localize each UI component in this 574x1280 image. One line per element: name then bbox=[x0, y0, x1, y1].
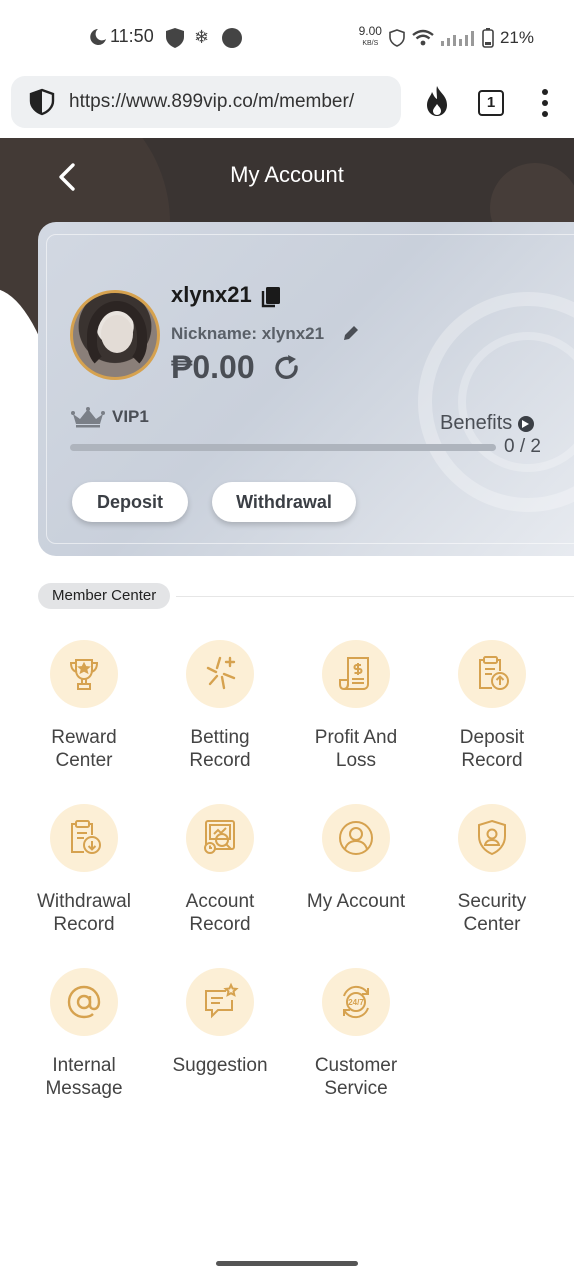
shield-icon bbox=[166, 28, 184, 48]
menu-label: Account bbox=[185, 891, 255, 912]
user-icon bbox=[322, 804, 390, 872]
url-text[interactable]: https://www.899vip.co/m/member/ bbox=[69, 91, 389, 113]
clipboard-up-icon bbox=[458, 640, 526, 708]
menu-label: Service bbox=[324, 1078, 388, 1099]
menu-label: Center bbox=[55, 750, 113, 771]
circle-icon bbox=[222, 28, 242, 48]
vpn-shield-icon bbox=[389, 28, 405, 47]
vip-progress-text: 0 / 2 bbox=[504, 436, 541, 457]
menu-label: My Account bbox=[306, 891, 406, 912]
account-record-icon bbox=[186, 804, 254, 872]
menu-label: Loss bbox=[335, 750, 377, 771]
menu-suggestion[interactable]: Suggestion bbox=[152, 968, 288, 1077]
sparkle-icon bbox=[186, 640, 254, 708]
at-icon bbox=[50, 968, 118, 1036]
browser-toolbar: https://www.899vip.co/m/member/ 1 bbox=[0, 72, 574, 138]
crown-icon bbox=[71, 407, 105, 428]
menu-reward-center[interactable]: Reward Center bbox=[16, 640, 152, 772]
chat-star-icon bbox=[186, 968, 254, 1036]
clipboard-down-icon bbox=[50, 804, 118, 872]
menu-withdrawal-record[interactable]: Withdrawal Record bbox=[16, 804, 152, 936]
balance: ₱0.00 bbox=[171, 349, 255, 385]
menu-label: Record bbox=[461, 750, 523, 771]
benefits-link[interactable]: Benefits bbox=[440, 412, 535, 435]
menu-security-center[interactable]: Security Center bbox=[424, 804, 560, 936]
section-divider bbox=[176, 596, 574, 597]
benefits-label: Benefits bbox=[440, 412, 513, 434]
svg-text:24/7: 24/7 bbox=[348, 998, 364, 1007]
menu-label: Profit And bbox=[314, 727, 398, 748]
menu-label: Betting bbox=[190, 727, 250, 748]
battery-percent: 21% bbox=[499, 27, 534, 47]
shield-user-icon bbox=[458, 804, 526, 872]
menu-label: Withdrawal bbox=[37, 891, 131, 912]
wifi-icon bbox=[412, 29, 434, 45]
battery-icon bbox=[482, 27, 494, 48]
status-time: 11:50 bbox=[110, 26, 154, 46]
net-speed: 9.00 KB/S bbox=[358, 24, 382, 47]
avatar[interactable] bbox=[70, 290, 160, 380]
menu-betting-record[interactable]: Betting Record bbox=[152, 640, 288, 772]
menu-label: Reward bbox=[51, 727, 117, 748]
menu-deposit-record[interactable]: Deposit Record bbox=[424, 640, 560, 772]
menu-label: Deposit bbox=[459, 727, 525, 748]
member-center-label: Member Center bbox=[38, 583, 171, 609]
status-right: 9.00 KB/S 21% bbox=[358, 24, 534, 49]
username: xlynx21 bbox=[171, 282, 252, 307]
url-bar[interactable]: https://www.899vip.co/m/member/ bbox=[11, 76, 401, 128]
refresh-icon[interactable] bbox=[272, 353, 302, 383]
menu-my-account[interactable]: My Account bbox=[288, 804, 424, 913]
gesture-nav-handle[interactable] bbox=[216, 1261, 358, 1266]
menu-internal-message[interactable]: Internal Message bbox=[16, 968, 152, 1100]
snowflake-icon: ❄ bbox=[194, 27, 210, 47]
menu-profit-and-loss[interactable]: Profit And Loss bbox=[288, 640, 424, 772]
arrow-right-circle-icon bbox=[518, 415, 535, 432]
menu-label: Security bbox=[457, 891, 527, 912]
account-card: xlynx21 Nickname: xlynx21 ₱0.00 VIP1 Ben… bbox=[38, 222, 574, 556]
withdrawal-button[interactable]: Withdrawal bbox=[212, 482, 356, 522]
edit-pencil-icon[interactable] bbox=[341, 323, 361, 343]
menu-account-record[interactable]: Account Record bbox=[152, 804, 288, 936]
site-shield-icon[interactable] bbox=[27, 87, 57, 117]
receipt-icon bbox=[322, 640, 390, 708]
vip-label: VIP1 bbox=[112, 407, 149, 426]
vip-progress-bar bbox=[70, 444, 496, 451]
vip-level: VIP1 bbox=[70, 406, 149, 428]
copy-icon[interactable] bbox=[260, 285, 282, 309]
menu-label: Record bbox=[189, 914, 251, 935]
page-title: My Account bbox=[230, 162, 344, 187]
menu-label: Center bbox=[463, 914, 521, 935]
trophy-icon bbox=[50, 640, 118, 708]
menu-label: Message bbox=[45, 1078, 123, 1099]
menu-label: Internal bbox=[52, 1055, 116, 1076]
menu-label: Record bbox=[189, 750, 251, 771]
menu-label: Record bbox=[53, 914, 115, 935]
status-bar: 11:50 ❄ 9.00 KB/S 21% bbox=[0, 0, 574, 72]
flame-icon[interactable] bbox=[422, 84, 452, 118]
support-247-icon: 24/7 bbox=[322, 968, 390, 1036]
signal-icon bbox=[440, 30, 474, 46]
menu-label: Customer bbox=[314, 1055, 398, 1076]
moon-icon bbox=[90, 29, 106, 45]
more-vert-icon[interactable] bbox=[540, 88, 550, 118]
menu-label: Suggestion bbox=[172, 1055, 268, 1076]
nickname: Nickname: xlynx21 bbox=[171, 324, 325, 343]
menu-customer-service[interactable]: 24/7 Customer Service bbox=[288, 968, 424, 1100]
tab-switcher-button[interactable]: 1 bbox=[478, 90, 504, 116]
deposit-button[interactable]: Deposit bbox=[72, 482, 188, 522]
